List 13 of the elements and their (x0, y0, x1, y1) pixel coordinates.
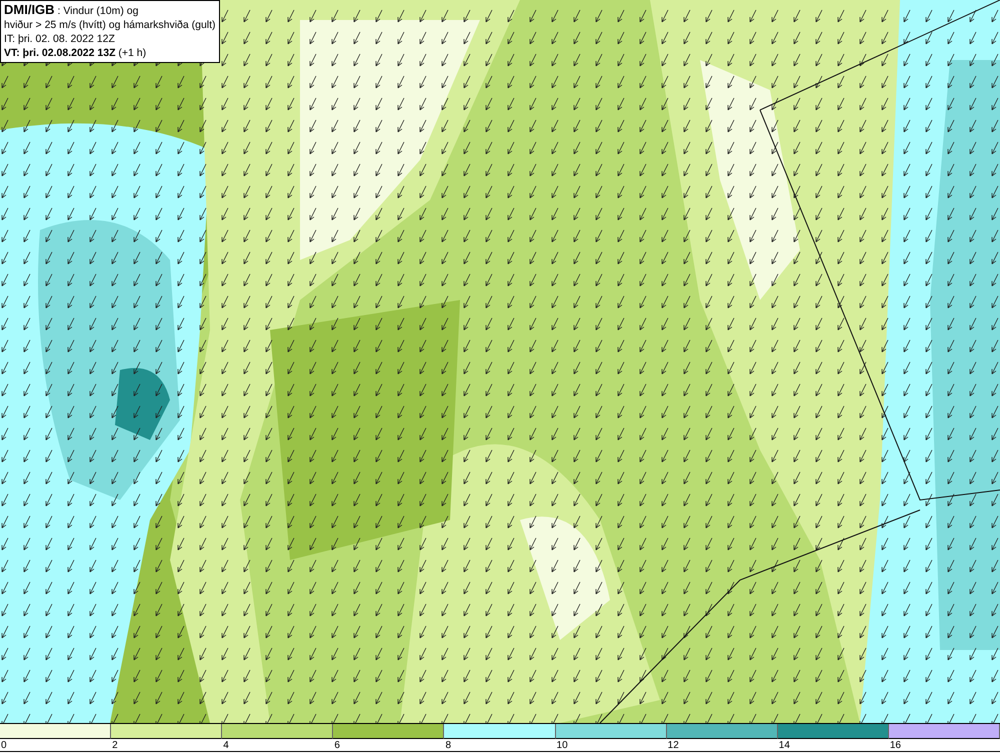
legend-label: 10 (556, 739, 568, 752)
info-text: IT: þri. 02. 08. 2022 12Z (4, 32, 116, 46)
legend-label: 2 (111, 739, 118, 752)
info-text: DMI/IGB : Vindur (10m) og (4, 3, 140, 18)
info-text: VT: þri. 02.08.2022 13Z (+1 h) (4, 46, 148, 60)
legend-label: 4 (222, 739, 229, 752)
legend-label: 12 (666, 739, 679, 752)
legend-label: 0 (0, 739, 7, 752)
legend-label: 16 (888, 739, 901, 752)
legend-label: 14 (778, 739, 790, 752)
legend-label: 6 (333, 739, 340, 752)
legend-label: 8 (444, 739, 451, 752)
info-text: hviður > 25 m/s (hvítt) og hámarkshviða (gult) (4, 18, 216, 32)
